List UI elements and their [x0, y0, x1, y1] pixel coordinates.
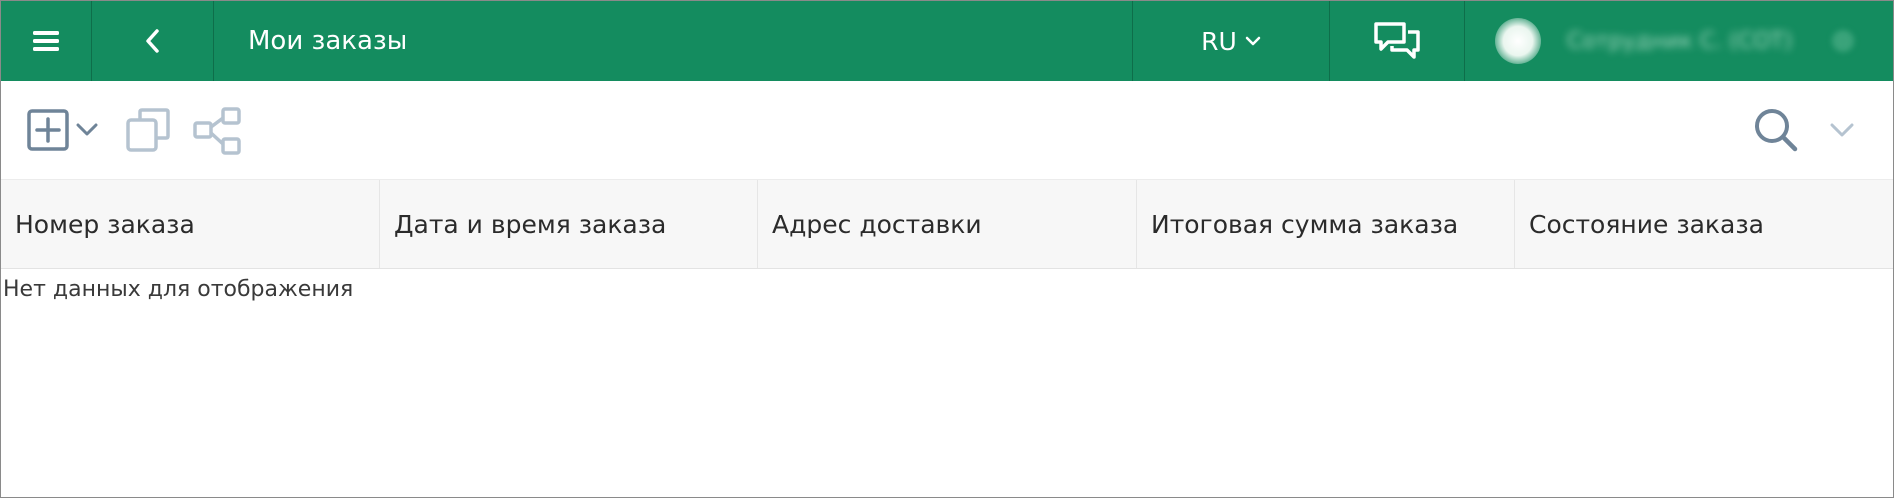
chevron-down-icon [1245, 36, 1261, 46]
add-button[interactable] [27, 109, 69, 151]
menu-icon [33, 31, 59, 51]
chat-button[interactable] [1330, 1, 1464, 81]
column-header-order-status[interactable]: Состояние заказа [1515, 180, 1893, 268]
page-title: Мои заказы [248, 26, 408, 56]
chevron-down-icon [1830, 123, 1854, 137]
column-header-delivery-address[interactable]: Адрес доставки [758, 180, 1137, 268]
chevron-down-icon [76, 123, 98, 136]
column-header-order-number[interactable]: Номер заказа [1, 180, 380, 268]
back-arrow-icon [145, 29, 159, 53]
user-name: Сотрудник С. (СОТ) [1567, 28, 1793, 54]
add-dropdown-button[interactable] [75, 118, 99, 142]
add-icon [27, 109, 69, 151]
share-button[interactable] [193, 107, 241, 155]
user-status-icon [1832, 30, 1855, 52]
column-header-order-datetime[interactable]: Дата и время заказа [380, 180, 758, 268]
language-label: RU [1201, 26, 1237, 56]
toolbar [1, 81, 1893, 179]
back-button[interactable] [92, 1, 213, 81]
language-selector[interactable]: RU [1133, 1, 1329, 81]
menu-button[interactable] [1, 1, 91, 81]
share-icon [193, 107, 241, 155]
filter-expand-button[interactable] [1829, 117, 1855, 143]
chat-icon [1374, 22, 1420, 59]
search-icon [1755, 109, 1798, 152]
copy-icon [126, 108, 170, 152]
user-menu[interactable]: Сотрудник С. (СОТ) [1465, 1, 1893, 81]
column-header-order-total[interactable]: Итоговая сумма заказа [1137, 180, 1515, 268]
table-header: Номер заказа Дата и время заказа Адрес д… [1, 179, 1893, 269]
avatar [1495, 18, 1541, 64]
search-button[interactable] [1753, 107, 1799, 153]
header-bar: Мои заказы RU Сотрудник С. (СОТ) [1, 1, 1893, 81]
copy-button[interactable] [126, 108, 170, 152]
empty-table-message: Нет данных для отображения [3, 277, 354, 302]
app-window: Мои заказы RU Сотрудник С. (СОТ) Номер з… [0, 0, 1894, 498]
